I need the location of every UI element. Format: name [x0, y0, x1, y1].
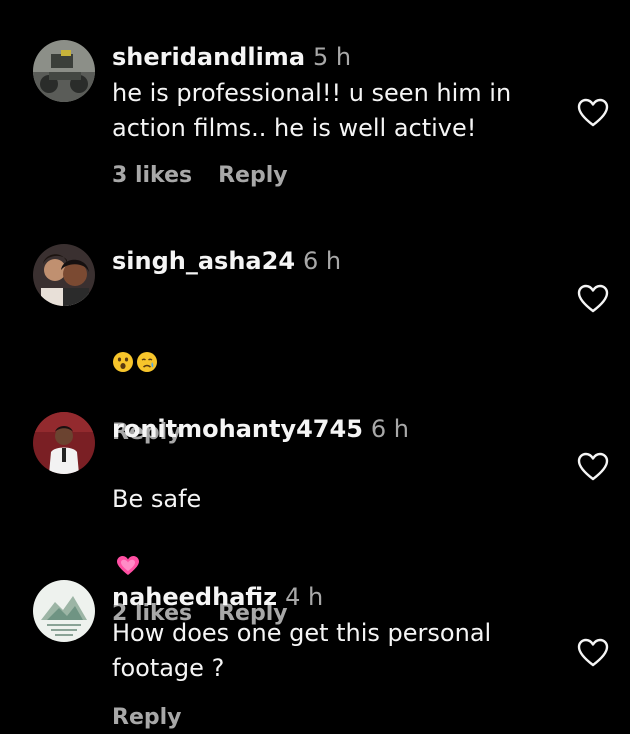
comment-header: naheedhafiz 4 h: [112, 580, 552, 614]
username[interactable]: ronitmohanty4745: [112, 415, 363, 443]
timestamp: 5 h: [313, 43, 352, 71]
comment-text-value: Be safe: [112, 485, 202, 513]
comment-text: Be safe: [112, 447, 552, 584]
avatar[interactable]: [33, 40, 95, 102]
heart-outline-icon[interactable]: [577, 452, 609, 482]
heart-outline-icon[interactable]: [577, 284, 609, 314]
comment-header: sheridandlima 5 h: [112, 40, 552, 74]
comment-actions: Reply: [112, 703, 552, 733]
comment-header: singh_asha24 6 h: [112, 244, 552, 278]
reply-button[interactable]: Reply: [218, 163, 288, 188]
comment-text: [112, 278, 552, 380]
avatar[interactable]: [33, 412, 95, 474]
comment-actions: 3 likes Reply: [112, 161, 552, 191]
timestamp: 4 h: [285, 583, 324, 611]
username[interactable]: sheridandlima: [112, 43, 305, 71]
comment-text: How does one get this personal footage ?: [112, 619, 492, 682]
username[interactable]: naheedhafiz: [112, 583, 277, 611]
timestamp: 6 h: [303, 247, 342, 275]
astonished-face-emoji: [112, 313, 134, 372]
comment-text: he is professional!! u seen him in actio…: [112, 79, 512, 142]
growing-heart-emoji: [116, 517, 139, 575]
heart-outline-icon[interactable]: [577, 638, 609, 668]
heart-outline-icon[interactable]: [577, 98, 609, 128]
avatar[interactable]: [33, 244, 95, 306]
avatar[interactable]: [33, 580, 95, 642]
username[interactable]: singh_asha24: [112, 247, 295, 275]
timestamp: 6 h: [370, 415, 409, 443]
comments-list: sheridandlima 5 h he is professional!! u …: [0, 0, 630, 734]
crying-face-emoji: [136, 313, 158, 372]
comment-header: ronitmohanty4745 6 h: [112, 412, 552, 446]
likes-count[interactable]: 3 likes: [112, 163, 192, 188]
reply-button[interactable]: Reply: [112, 705, 182, 730]
